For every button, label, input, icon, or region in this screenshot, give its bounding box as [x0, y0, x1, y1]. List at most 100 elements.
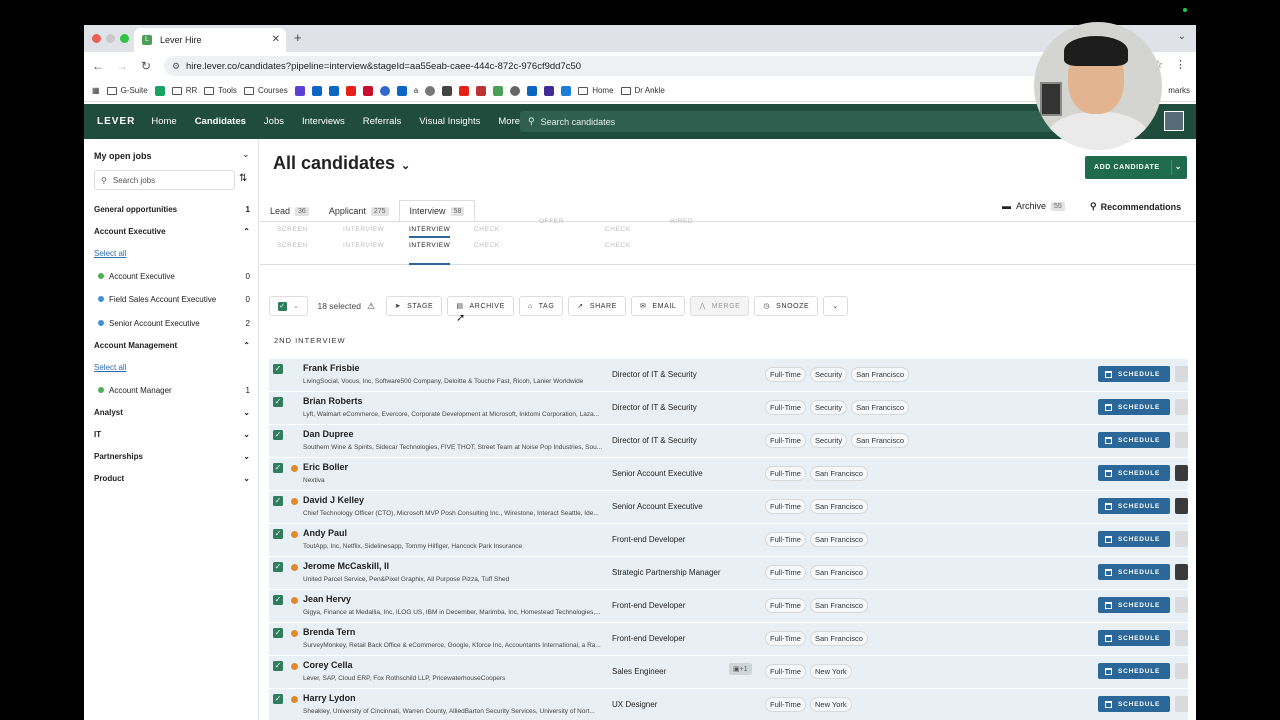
bookmark-folder-courses[interactable]: Courses — [243, 86, 288, 95]
schedule-button[interactable]: SCHEDULE — [1098, 366, 1170, 382]
stage-label[interactable]: SCREEN — [277, 242, 308, 249]
candidate-name[interactable]: Andy Paul — [303, 528, 347, 538]
bookmark-icon[interactable] — [362, 85, 373, 96]
candidate-tag[interactable]: Full-Time — [765, 367, 806, 382]
candidate-name[interactable]: Jean Hervy — [303, 594, 351, 604]
apps-grid-icon[interactable]: ▦ — [92, 86, 100, 95]
candidate-avatar-placeholder[interactable] — [1175, 630, 1188, 646]
candidate-row[interactable]: ✓ Eric Boller Nextiva Senior Account Execut… — [269, 458, 1188, 491]
maximize-window-button[interactable] — [120, 34, 129, 43]
linkedin-bookmark-icon[interactable] — [328, 85, 339, 96]
stage-label[interactable]: CHECK — [474, 242, 500, 249]
stage-label-active[interactable]: INTERVIEW — [409, 242, 451, 265]
sidebar-group-partnerships[interactable]: Partnerships ⌄ — [94, 452, 250, 461]
candidate-tag[interactable]: San Francisco — [809, 631, 868, 646]
candidate-tag[interactable]: San Francisco — [851, 433, 910, 448]
row-checkbox[interactable]: ✓ — [273, 364, 283, 374]
bookmark-icon[interactable] — [294, 85, 305, 96]
candidate-tag[interactable]: New York — [809, 664, 852, 679]
stage-label-active[interactable]: INTERVIEW — [409, 226, 451, 238]
linkedin-bookmark-icon[interactable] — [396, 85, 407, 96]
bookmark-folder-gsuite[interactable]: G-Suite — [106, 86, 148, 95]
sidebar-group-analyst[interactable]: Analyst ⌄ — [94, 408, 250, 417]
candidate-name[interactable]: David J Kelley — [303, 495, 364, 505]
row-checkbox[interactable]: ✓ — [273, 694, 283, 704]
sidebar-group-general[interactable]: General opportunities 1 — [94, 205, 250, 214]
bookmark-folder-tools[interactable]: Tools — [204, 86, 237, 95]
candidate-avatar-placeholder[interactable] — [1175, 597, 1188, 613]
candidate-row[interactable]: ✓ Dan Dupree Southern Wine & Spirits, Side… — [269, 425, 1188, 458]
tag-button[interactable]: ⌂ TAG — [518, 296, 564, 316]
recommendations-tab[interactable]: ⚲ Recommendations — [1090, 201, 1181, 212]
forward-icon[interactable]: → — [110, 59, 134, 73]
stage-label[interactable]: CHECK — [474, 226, 500, 233]
sidebar-item-account-manager[interactable]: Account Manager 1 — [98, 386, 250, 395]
nav-referrals[interactable]: Referrals — [363, 116, 402, 127]
stage-label[interactable]: OFFER — [539, 218, 564, 225]
candidate-name[interactable]: Harry Lydon — [303, 693, 356, 703]
reload-icon[interactable]: ↻ — [134, 59, 158, 73]
sheets-bookmark-icon[interactable] — [154, 85, 165, 96]
youtube-bookmark-icon[interactable] — [459, 85, 470, 96]
candidate-row[interactable]: ✓ Jerome McCaskill, II United Parcel Servi… — [269, 557, 1188, 590]
candidate-tag[interactable]: Security — [809, 400, 848, 415]
tab-interview[interactable]: Interview 58 — [398, 200, 476, 221]
new-tab-icon[interactable]: + — [294, 30, 302, 45]
schedule-button[interactable]: SCHEDULE — [1098, 432, 1170, 448]
candidate-tag[interactable]: Full-Time — [765, 499, 806, 514]
candidate-row[interactable]: ✓ Harry Lydon Sheakley, University of Cinc… — [269, 689, 1188, 720]
candidate-tag[interactable]: San Francisco — [809, 532, 868, 547]
candidate-tag[interactable]: San Francisco — [809, 499, 868, 514]
candidate-name[interactable]: Brian Roberts — [303, 396, 363, 406]
candidate-tag[interactable]: San Francisco — [809, 466, 868, 481]
stage-label[interactable]: INTERVIEW — [343, 226, 384, 233]
schedule-button[interactable]: SCHEDULE — [1098, 498, 1170, 514]
stage-button[interactable]: ➤ STAGE — [385, 296, 443, 316]
amazon-bookmark-icon[interactable]: a — [414, 86, 418, 95]
more-actions-button[interactable]: ⌄ — [823, 296, 848, 316]
row-checkbox[interactable]: ✓ — [273, 562, 283, 572]
share-button[interactable]: ➚ SHARE — [568, 296, 626, 316]
candidate-avatar[interactable] — [1175, 564, 1188, 580]
row-checkbox[interactable]: ✓ — [273, 430, 283, 440]
nav-jobs[interactable]: Jobs — [264, 116, 284, 127]
candidate-row[interactable]: ✓ Frank Frisbie LivingSocial, Vocus, Inc, … — [269, 359, 1188, 392]
bookmark-icon[interactable] — [561, 85, 572, 96]
schedule-button[interactable]: SCHEDULE — [1098, 531, 1170, 547]
candidate-tag[interactable]: Full-Time — [765, 598, 806, 613]
candidate-tag[interactable]: Full-Time — [765, 400, 806, 415]
candidate-avatar-placeholder[interactable] — [1175, 663, 1188, 679]
candidate-tag[interactable]: Full-Time — [765, 532, 806, 547]
job-search-input[interactable]: ⚲ Search jobs — [94, 170, 235, 190]
schedule-button[interactable]: SCHEDULE — [1098, 630, 1170, 646]
nav-candidates[interactable]: Candidates — [195, 116, 246, 127]
row-checkbox[interactable]: ✓ — [273, 661, 283, 671]
site-info-icon[interactable]: ⚙ — [172, 61, 180, 72]
candidate-tag[interactable]: New York — [809, 697, 852, 712]
candidate-name[interactable]: Eric Boller — [303, 462, 348, 472]
candidate-tag[interactable]: Full-Time — [765, 697, 806, 712]
nav-interviews[interactable]: Interviews — [302, 116, 345, 127]
candidate-tag[interactable]: Full-Time — [765, 565, 806, 580]
sidebar-item-account-executive[interactable]: Account Executive 0 — [98, 272, 250, 281]
chevron-down-icon[interactable]: ⌄ — [1175, 162, 1182, 171]
tab-lead[interactable]: Lead 36 — [260, 206, 319, 221]
schedule-button[interactable]: SCHEDULE — [1098, 696, 1170, 712]
candidate-row[interactable]: ✓ Brenda Tern SurveyMonkey, Retail Back Of… — [269, 623, 1188, 656]
candidate-tag[interactable]: Full-Time — [765, 466, 806, 481]
candidate-avatar-placeholder[interactable] — [1175, 531, 1188, 547]
bookmark-folder-home[interactable]: Home — [578, 86, 614, 95]
candidate-row[interactable]: ✓ Corey Cella Lever, SAP, Cloud ERP, Fox R… — [269, 656, 1188, 689]
browser-menu-icon[interactable]: ⋮ — [1175, 58, 1186, 71]
browser-tab[interactable]: L Lever Hire ✕ — [134, 28, 286, 52]
candidate-name[interactable]: Dan Dupree — [303, 429, 354, 439]
candidate-tag[interactable]: San Francisco — [809, 598, 868, 613]
candidate-row[interactable]: ✓ Andy Paul ToutApp, Inc, Netflix, Sidelin… — [269, 524, 1188, 557]
bookmark-icon[interactable] — [379, 85, 390, 96]
sidebar-group-it[interactable]: IT ⌄ — [94, 430, 250, 439]
candidate-row[interactable]: ✓ David J Kelley Chief Technology Officer … — [269, 491, 1188, 524]
candidate-name[interactable]: Corey Cella — [303, 660, 353, 670]
extra-applications-badge[interactable]: ▣+1 — [729, 663, 752, 675]
candidate-tag[interactable]: San Francisco — [809, 565, 868, 580]
sidebar-heading[interactable]: My open jobs — [94, 151, 152, 161]
